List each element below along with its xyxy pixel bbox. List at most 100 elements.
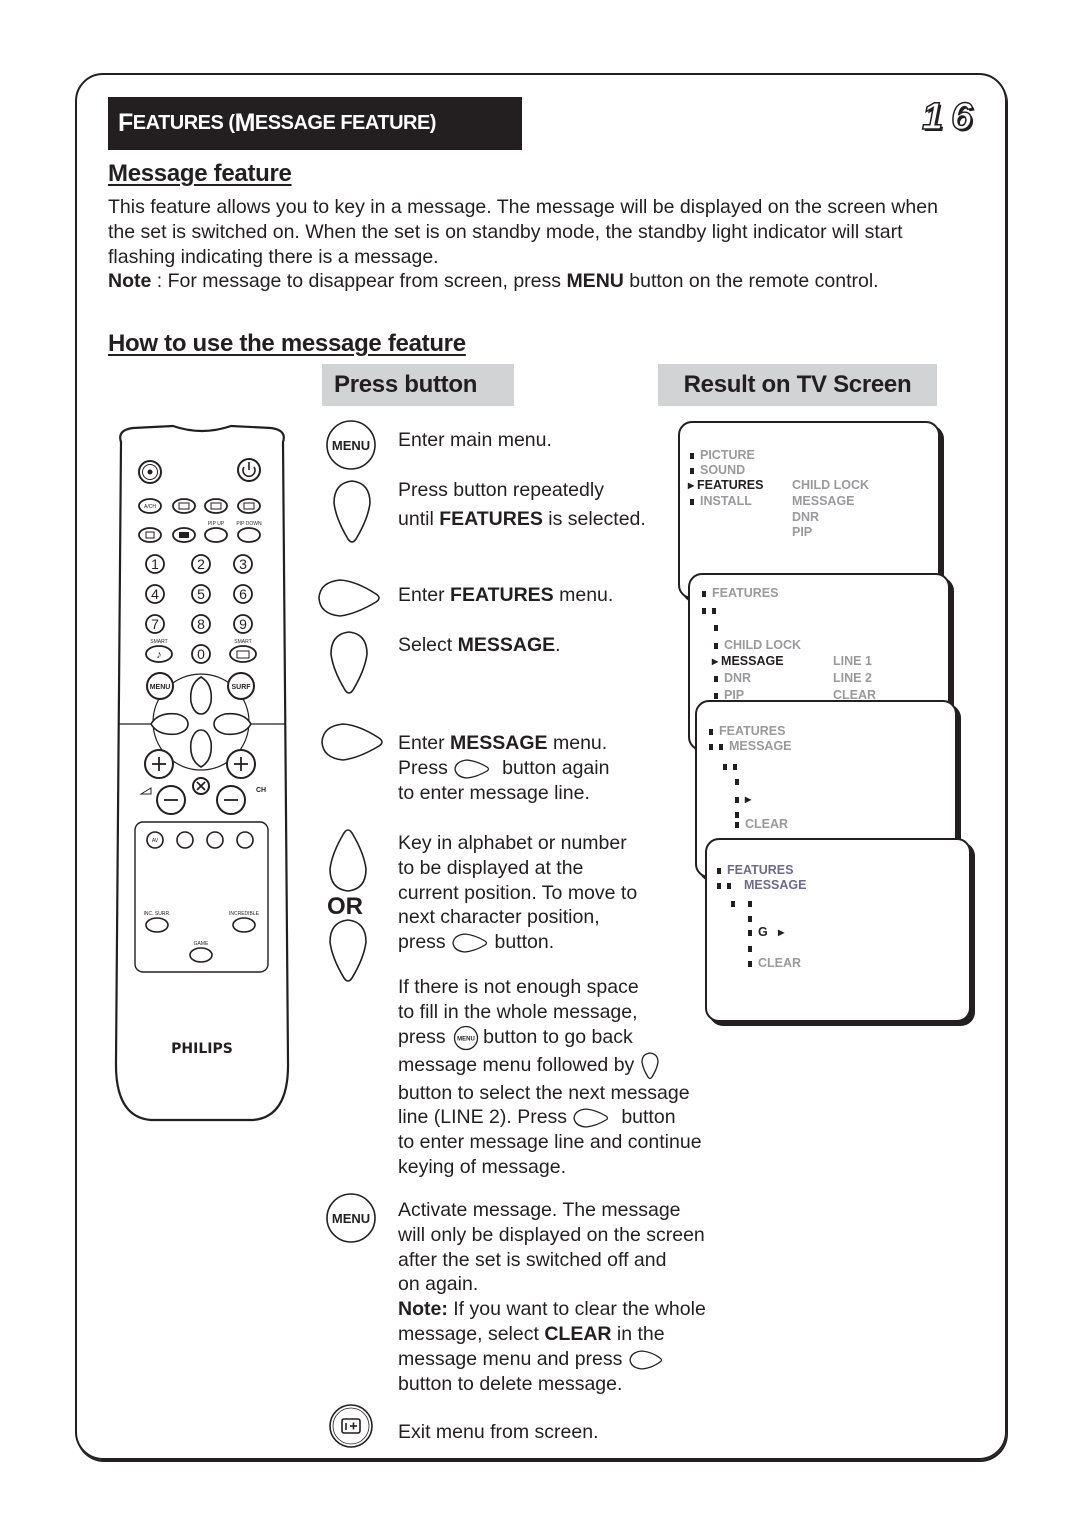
digit-8[interactable]: 8 xyxy=(197,616,205,632)
digit-7[interactable]: 7 xyxy=(151,616,159,632)
digit-0[interactable]: 0 xyxy=(197,646,205,662)
bullet-icon xyxy=(690,467,694,474)
text: Key in alphabet or number xyxy=(398,832,627,854)
digit-5[interactable]: 5 xyxy=(197,586,205,602)
page-number: 16 xyxy=(921,95,981,139)
text: line (LINE 2). Press xyxy=(398,1106,573,1129)
sleep-timer-button[interactable] xyxy=(236,831,254,849)
text: . xyxy=(555,634,561,656)
cursor-right-icon xyxy=(573,1108,609,1128)
text: If there is not enough space xyxy=(398,976,639,998)
text: menu. xyxy=(553,584,614,606)
text: message menu and press xyxy=(398,1347,623,1370)
bullet-icon xyxy=(702,590,706,597)
bold-text: FEATURES xyxy=(450,584,554,606)
note-bold: MENU xyxy=(566,270,624,293)
bullet-icon xyxy=(735,796,739,803)
bullet-icon xyxy=(719,743,723,750)
menu-title: FEATURES xyxy=(702,586,778,600)
text: press xyxy=(398,1025,452,1048)
menu-label: SOUND xyxy=(700,463,746,477)
step-press-repeatedly: Press button repeatedly xyxy=(398,479,604,501)
title-part: ESSAGE FEATURE) xyxy=(254,112,437,134)
cursor-up-icon xyxy=(329,829,367,892)
heading-how-to-use: How to use the message feature xyxy=(108,330,466,357)
pip-up-label: PIP UP xyxy=(208,521,225,527)
game-label: GAME xyxy=(194,941,209,947)
digit-3[interactable]: 3 xyxy=(239,556,247,572)
text: button to select the next message xyxy=(398,1081,690,1104)
text: button again xyxy=(502,756,610,779)
pip-down-button[interactable] xyxy=(237,527,261,543)
swap-button[interactable] xyxy=(138,527,162,543)
bullets xyxy=(702,603,722,617)
bullets xyxy=(731,896,758,910)
step-until-features: until FEATURES is selected. xyxy=(398,507,646,532)
menu-title: FEATURES xyxy=(717,863,793,877)
cursor-down-icon xyxy=(333,480,371,543)
menu-item: CLEAR xyxy=(748,956,801,970)
dual-button[interactable] xyxy=(206,831,224,849)
info-button[interactable] xyxy=(176,831,194,849)
pip-button[interactable] xyxy=(204,498,228,514)
pip-down-label: PIP DOWN xyxy=(236,521,262,527)
freeze-button[interactable] xyxy=(237,498,261,514)
text: is selected. xyxy=(542,508,646,530)
digit-1[interactable]: 1 xyxy=(151,556,159,572)
text: press xyxy=(398,931,452,954)
bullet-icon xyxy=(748,945,752,952)
digit-4[interactable]: 4 xyxy=(151,586,159,602)
cursor-down-icon xyxy=(641,1051,659,1079)
step-key-in-character: Key in alphabet or number to be displaye… xyxy=(398,831,637,955)
bullets xyxy=(748,911,758,925)
note-text: : For message to disappear from screen, … xyxy=(151,270,567,293)
text: on again. xyxy=(398,1273,479,1296)
text: to enter message line. xyxy=(398,781,590,804)
or-label: OR xyxy=(327,893,363,920)
cursor-right-icon xyxy=(454,758,490,779)
cursor-down-icon xyxy=(329,919,367,982)
text: If you want to clear the whole xyxy=(447,1298,706,1321)
bullet-icon xyxy=(748,915,752,922)
text: until xyxy=(398,508,440,530)
submenu-item: DNR xyxy=(792,510,820,524)
section-title-bar: F EATURES (M ESSAGE FEATURE) xyxy=(108,97,522,150)
bullet-icon xyxy=(714,675,718,682)
menu-label: FEATURES xyxy=(719,724,786,738)
menu-label: FEATURES xyxy=(697,478,764,492)
bullet-icon xyxy=(690,498,694,505)
text: Enter xyxy=(398,584,451,606)
incredible-button[interactable] xyxy=(232,917,256,933)
cursor-right-icon xyxy=(321,723,383,761)
text: button to delete message. xyxy=(398,1372,623,1395)
format-button[interactable] xyxy=(172,498,196,514)
digit-9[interactable]: 9 xyxy=(239,616,247,632)
teletext-button[interactable] xyxy=(138,460,162,484)
step-not-enough-space: If there is not enough space to fill in … xyxy=(398,975,702,1180)
cursor-pointer-icon: ▸ xyxy=(712,654,719,668)
heading-message-feature: Message feature xyxy=(108,160,292,187)
menu-item: SOUND xyxy=(690,463,745,477)
text: Select xyxy=(398,634,458,656)
menu-label: CHILD LOCK xyxy=(724,638,802,652)
remote-control-illustration: A/CH PIP UP PIP DOWN 1 2 3 4 5 6 7 8 9 0… xyxy=(114,424,290,1122)
menu-item: DNR xyxy=(714,671,751,685)
menu-item: CLEAR xyxy=(735,817,788,831)
submenu-item: LINE 1 xyxy=(833,654,872,668)
menu-button-icon: MENU xyxy=(326,420,376,470)
bold-text: FEATURES xyxy=(439,508,543,530)
menu-button-icon: MENU xyxy=(326,1193,376,1243)
digit-2[interactable]: 2 xyxy=(197,556,205,572)
menu-label: MESSAGE xyxy=(721,654,784,668)
text: Press xyxy=(398,756,454,779)
column-header-press-button: Press button xyxy=(322,364,514,406)
inc-surr-button[interactable] xyxy=(145,917,169,933)
digit-6[interactable]: 6 xyxy=(239,586,247,602)
submenu-item: PIP xyxy=(792,525,813,539)
power-icon[interactable] xyxy=(237,458,261,482)
bullet-icon xyxy=(717,867,721,874)
pip-up-button[interactable] xyxy=(204,527,228,543)
game-button[interactable] xyxy=(189,947,213,963)
message-line-entered: G ▸ xyxy=(748,925,787,939)
note-text: button on the remote control. xyxy=(623,270,879,293)
